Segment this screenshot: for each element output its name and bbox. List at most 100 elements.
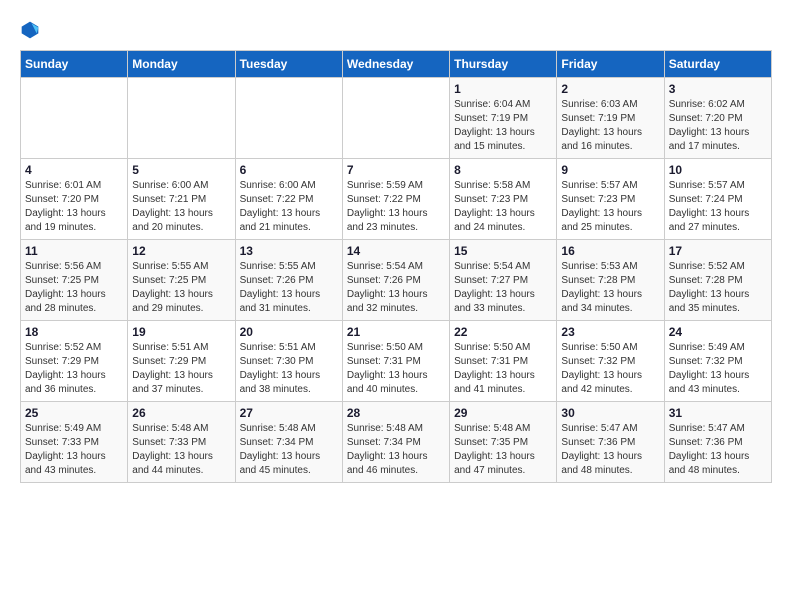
cell-date-number: 4 xyxy=(25,163,123,177)
cell-daylight-info: Sunrise: 5:59 AMSunset: 7:22 PMDaylight:… xyxy=(347,179,445,235)
cell-date-number: 20 xyxy=(240,325,338,339)
cell-date-number: 17 xyxy=(669,244,767,258)
cell-daylight-info: Sunrise: 5:48 AMSunset: 7:33 PMDaylight:… xyxy=(132,422,230,478)
cell-daylight-info: Sunrise: 6:02 AMSunset: 7:20 PMDaylight:… xyxy=(669,98,767,154)
weekday-header-row: SundayMondayTuesdayWednesdayThursdayFrid… xyxy=(21,51,772,78)
cell-daylight-info: Sunrise: 5:49 AMSunset: 7:33 PMDaylight:… xyxy=(25,422,123,478)
calendar-cell: 21 Sunrise: 5:50 AMSunset: 7:31 PMDayligh… xyxy=(342,321,449,402)
cell-date-number: 14 xyxy=(347,244,445,258)
cell-daylight-info: Sunrise: 5:57 AMSunset: 7:23 PMDaylight:… xyxy=(561,179,659,235)
calendar-cell xyxy=(128,78,235,159)
cell-daylight-info: Sunrise: 5:54 AMSunset: 7:27 PMDaylight:… xyxy=(454,260,552,316)
cell-daylight-info: Sunrise: 6:04 AMSunset: 7:19 PMDaylight:… xyxy=(454,98,552,154)
cell-daylight-info: Sunrise: 5:57 AMSunset: 7:24 PMDaylight:… xyxy=(669,179,767,235)
cell-date-number: 31 xyxy=(669,406,767,420)
cell-date-number: 6 xyxy=(240,163,338,177)
cell-daylight-info: Sunrise: 6:03 AMSunset: 7:19 PMDaylight:… xyxy=(561,98,659,154)
weekday-header-sunday: Sunday xyxy=(21,51,128,78)
calendar-cell: 29Sunrise: 5:48 AMSunset: 7:35 PMDayligh… xyxy=(450,402,557,483)
calendar-cell: 8 Sunrise: 5:58 AMSunset: 7:23 PMDaylight… xyxy=(450,159,557,240)
logo xyxy=(20,20,44,40)
cell-date-number: 30 xyxy=(561,406,659,420)
calendar-cell: 16 Sunrise: 5:53 AMSunset: 7:28 PMDayligh… xyxy=(557,240,664,321)
cell-date-number: 11 xyxy=(25,244,123,258)
weekday-header-saturday: Saturday xyxy=(664,51,771,78)
cell-date-number: 7 xyxy=(347,163,445,177)
calendar-cell: 25Sunrise: 5:49 AMSunset: 7:33 PMDayligh… xyxy=(21,402,128,483)
calendar-cell xyxy=(342,78,449,159)
calendar-cell: 7 Sunrise: 5:59 AMSunset: 7:22 PMDaylight… xyxy=(342,159,449,240)
cell-date-number: 3 xyxy=(669,82,767,96)
calendar-week-1: 1 Sunrise: 6:04 AMSunset: 7:19 PMDaylight… xyxy=(21,78,772,159)
cell-date-number: 12 xyxy=(132,244,230,258)
cell-date-number: 26 xyxy=(132,406,230,420)
calendar-week-3: 11 Sunrise: 5:56 AMSunset: 7:25 PMDayligh… xyxy=(21,240,772,321)
calendar-cell: 19 Sunrise: 5:51 AMSunset: 7:29 PMDayligh… xyxy=(128,321,235,402)
calendar-cell: 24 Sunrise: 5:49 AMSunset: 7:32 PMDayligh… xyxy=(664,321,771,402)
cell-daylight-info: Sunrise: 6:01 AMSunset: 7:20 PMDaylight:… xyxy=(25,179,123,235)
calendar-table: SundayMondayTuesdayWednesdayThursdayFrid… xyxy=(20,50,772,483)
cell-daylight-info: Sunrise: 5:51 AMSunset: 7:29 PMDaylight:… xyxy=(132,341,230,397)
calendar-cell: 11 Sunrise: 5:56 AMSunset: 7:25 PMDayligh… xyxy=(21,240,128,321)
cell-daylight-info: Sunrise: 5:54 AMSunset: 7:26 PMDaylight:… xyxy=(347,260,445,316)
cell-date-number: 27 xyxy=(240,406,338,420)
cell-date-number: 5 xyxy=(132,163,230,177)
cell-daylight-info: Sunrise: 5:56 AMSunset: 7:25 PMDaylight:… xyxy=(25,260,123,316)
cell-date-number: 29 xyxy=(454,406,552,420)
calendar-cell: 27Sunrise: 5:48 AMSunset: 7:34 PMDayligh… xyxy=(235,402,342,483)
cell-daylight-info: Sunrise: 5:50 AMSunset: 7:31 PMDaylight:… xyxy=(454,341,552,397)
calendar-cell: 15 Sunrise: 5:54 AMSunset: 7:27 PMDayligh… xyxy=(450,240,557,321)
calendar-cell: 9 Sunrise: 5:57 AMSunset: 7:23 PMDaylight… xyxy=(557,159,664,240)
cell-date-number: 8 xyxy=(454,163,552,177)
cell-date-number: 15 xyxy=(454,244,552,258)
cell-daylight-info: Sunrise: 5:50 AMSunset: 7:32 PMDaylight:… xyxy=(561,341,659,397)
cell-daylight-info: Sunrise: 5:52 AMSunset: 7:29 PMDaylight:… xyxy=(25,341,123,397)
weekday-header-friday: Friday xyxy=(557,51,664,78)
cell-date-number: 21 xyxy=(347,325,445,339)
calendar-cell: 10 Sunrise: 5:57 AMSunset: 7:24 PMDayligh… xyxy=(664,159,771,240)
calendar-week-5: 25Sunrise: 5:49 AMSunset: 7:33 PMDayligh… xyxy=(21,402,772,483)
cell-daylight-info: Sunrise: 5:51 AMSunset: 7:30 PMDaylight:… xyxy=(240,341,338,397)
cell-date-number: 2 xyxy=(561,82,659,96)
cell-daylight-info: Sunrise: 6:00 AMSunset: 7:21 PMDaylight:… xyxy=(132,179,230,235)
cell-date-number: 18 xyxy=(25,325,123,339)
cell-date-number: 10 xyxy=(669,163,767,177)
calendar-week-2: 4 Sunrise: 6:01 AMSunset: 7:20 PMDaylight… xyxy=(21,159,772,240)
cell-daylight-info: Sunrise: 5:49 AMSunset: 7:32 PMDaylight:… xyxy=(669,341,767,397)
calendar-cell: 26 Sunrise: 5:48 AMSunset: 7:33 PMDayligh… xyxy=(128,402,235,483)
weekday-header-monday: Monday xyxy=(128,51,235,78)
cell-daylight-info: Sunrise: 5:53 AMSunset: 7:28 PMDaylight:… xyxy=(561,260,659,316)
cell-date-number: 1 xyxy=(454,82,552,96)
calendar-cell: 4 Sunrise: 6:01 AMSunset: 7:20 PMDaylight… xyxy=(21,159,128,240)
cell-daylight-info: Sunrise: 5:47 AMSunset: 7:36 PMDaylight:… xyxy=(561,422,659,478)
cell-daylight-info: Sunrise: 5:58 AMSunset: 7:23 PMDaylight:… xyxy=(454,179,552,235)
weekday-header-tuesday: Tuesday xyxy=(235,51,342,78)
calendar-cell: 23Sunrise: 5:50 AMSunset: 7:32 PMDayligh… xyxy=(557,321,664,402)
cell-date-number: 19 xyxy=(132,325,230,339)
calendar-cell: 3 Sunrise: 6:02 AMSunset: 7:20 PMDaylight… xyxy=(664,78,771,159)
calendar-cell: 31 Sunrise: 5:47 AMSunset: 7:36 PMDayligh… xyxy=(664,402,771,483)
calendar-cell xyxy=(235,78,342,159)
calendar-cell: 12 Sunrise: 5:55 AMSunset: 7:25 PMDayligh… xyxy=(128,240,235,321)
cell-date-number: 24 xyxy=(669,325,767,339)
cell-date-number: 13 xyxy=(240,244,338,258)
page-header xyxy=(20,20,772,40)
calendar-cell: 14 Sunrise: 5:54 AMSunset: 7:26 PMDayligh… xyxy=(342,240,449,321)
cell-date-number: 9 xyxy=(561,163,659,177)
calendar-cell xyxy=(21,78,128,159)
calendar-cell: 1 Sunrise: 6:04 AMSunset: 7:19 PMDaylight… xyxy=(450,78,557,159)
cell-daylight-info: Sunrise: 6:00 AMSunset: 7:22 PMDaylight:… xyxy=(240,179,338,235)
weekday-header-thursday: Thursday xyxy=(450,51,557,78)
calendar-cell: 18 Sunrise: 5:52 AMSunset: 7:29 PMDayligh… xyxy=(21,321,128,402)
cell-daylight-info: Sunrise: 5:55 AMSunset: 7:25 PMDaylight:… xyxy=(132,260,230,316)
calendar-cell: 2 Sunrise: 6:03 AMSunset: 7:19 PMDaylight… xyxy=(557,78,664,159)
cell-date-number: 22 xyxy=(454,325,552,339)
calendar-cell: 30 Sunrise: 5:47 AMSunset: 7:36 PMDayligh… xyxy=(557,402,664,483)
weekday-header-wednesday: Wednesday xyxy=(342,51,449,78)
cell-daylight-info: Sunrise: 5:50 AMSunset: 7:31 PMDaylight:… xyxy=(347,341,445,397)
cell-daylight-info: Sunrise: 5:47 AMSunset: 7:36 PMDaylight:… xyxy=(669,422,767,478)
calendar-cell: 5 Sunrise: 6:00 AMSunset: 7:21 PMDaylight… xyxy=(128,159,235,240)
cell-date-number: 16 xyxy=(561,244,659,258)
cell-daylight-info: Sunrise: 5:55 AMSunset: 7:26 PMDaylight:… xyxy=(240,260,338,316)
calendar-cell: 6 Sunrise: 6:00 AMSunset: 7:22 PMDaylight… xyxy=(235,159,342,240)
